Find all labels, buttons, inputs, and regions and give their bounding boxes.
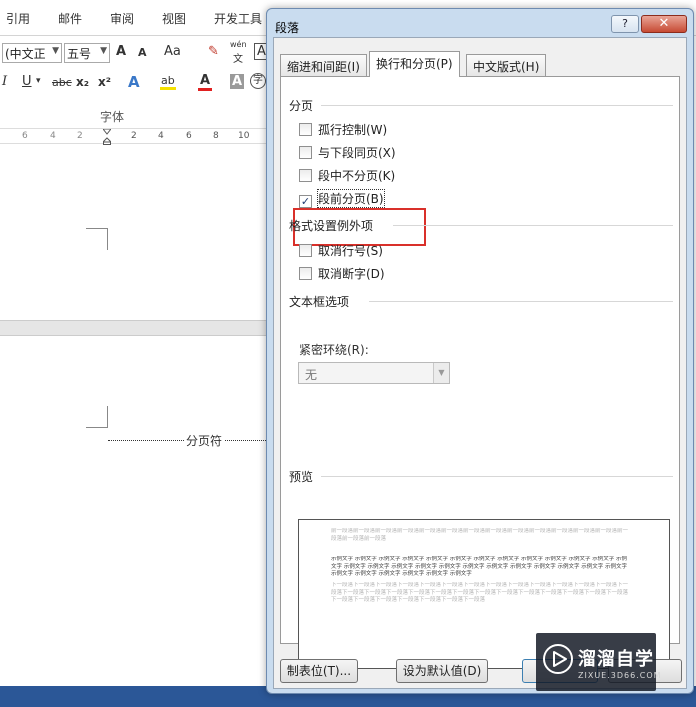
clear-format-icon[interactable]: ✎ — [208, 44, 219, 59]
checkbox-box[interactable] — [299, 146, 312, 159]
checkbox-label: 孤行控制(W) — [318, 123, 388, 137]
checkbox-box[interactable] — [299, 169, 312, 182]
ribbon-tab-view[interactable]: 视图 — [162, 10, 186, 27]
font-name-value: (中文正 — [5, 47, 46, 61]
ruler-number: 2 — [131, 131, 137, 141]
preview-previous-paragraph: 前一段落前一段落前一段落前一段落前一段落前一段落前一段落前一段落前一段落前一段落… — [331, 528, 629, 542]
section-preview-heading: 预览 — [289, 470, 314, 484]
font-size-value: 五号 — [67, 47, 92, 61]
checkbox-label: 取消行号(S) — [318, 244, 383, 258]
divider — [369, 301, 673, 302]
chevron-down-icon: ▼ — [100, 46, 107, 56]
tight-wrap-label: 紧密环绕(R): — [299, 343, 369, 357]
checkbox-label: 取消断字(D) — [318, 267, 385, 281]
preview-next-paragraph: 下一段落下一段落下一段落下一段落下一段落下一段落下一段落下一段落下一段落下一段落… — [331, 582, 629, 603]
tight-wrap-select: 无 ▼ — [298, 362, 450, 384]
ribbon-tab-references[interactable]: 引用 — [6, 10, 30, 27]
chevron-down-icon: ▼ — [52, 46, 59, 56]
grow-font-button[interactable]: A — [116, 44, 126, 59]
section-exceptions-heading: 格式设置例外项 — [289, 219, 374, 233]
page-break-label: 分页符 — [184, 432, 225, 449]
ruler-number: 4 — [158, 131, 164, 141]
divider — [321, 476, 673, 477]
dialog-body: 缩进和间距(I) 换行和分页(P) 中文版式(H) 分页 孤行控制(W) 与下段… — [273, 37, 687, 689]
tab-asian-typography[interactable]: 中文版式(H) — [466, 54, 547, 76]
text-effects-button[interactable]: A — [128, 73, 140, 91]
tab-panel-line-page-breaks: 分页 孤行控制(W) 与下段同页(X) 段中不分页(K) ✓ 段前分页(B) 格式… — [280, 76, 680, 669]
chevron-down-icon[interactable]: ▾ — [36, 76, 41, 86]
checkbox-suppress-line-numbers[interactable]: 取消行号(S) — [299, 242, 383, 258]
enclose-char-button[interactable]: 字 — [250, 73, 266, 89]
page-corner-mark — [86, 406, 108, 428]
checkbox-page-break-before[interactable]: ✓ 段前分页(B) — [299, 189, 385, 208]
chevron-down-icon: ▼ — [433, 363, 449, 383]
dialog-title: 段落 — [275, 21, 300, 35]
checkbox-label: 段前分页(B) — [317, 189, 385, 208]
paragraph-dialog: 段落 ? ✕ 缩进和间距(I) 换行和分页(P) 中文版式(H) 分页 孤行控制… — [266, 8, 694, 694]
play-logo-icon — [543, 644, 573, 674]
watermark: 溜溜自学 ZIXUE.3D66.COM — [536, 633, 661, 691]
section-pagination-heading: 分页 — [289, 99, 314, 113]
tab-line-page-breaks[interactable]: 换行和分页(P) — [369, 51, 460, 77]
ribbon-tab-developer[interactable]: 开发工具 — [214, 10, 262, 27]
ribbon-tab-review[interactable]: 审阅 — [110, 10, 134, 27]
char-shading-button[interactable]: A — [230, 74, 245, 89]
italic-button[interactable]: I — [2, 74, 7, 89]
watermark-title: 溜溜自学 — [578, 649, 654, 670]
font-color-button[interactable]: A — [198, 73, 213, 91]
subscript-button[interactable]: x₂ — [76, 75, 89, 89]
checkbox-widow-control[interactable]: 孤行控制(W) — [299, 121, 387, 137]
phonetic-guide-button[interactable]: 文 — [233, 50, 243, 65]
preview-sample-paragraph: 示例文字 示例文字 示例文字 示例文字 示例文字 示例文字 示例文字 示例文字 … — [331, 556, 627, 577]
checkbox-keep-with-next[interactable]: 与下段同页(X) — [299, 144, 396, 160]
superscript-button[interactable]: x² — [98, 75, 111, 89]
tabs-button[interactable]: 制表位(T)... — [280, 659, 358, 683]
tight-wrap-value: 无 — [305, 368, 318, 382]
checkbox-box[interactable] — [299, 123, 312, 136]
phonetic-guide-top: wén — [230, 40, 247, 49]
indent-marker-icon[interactable] — [103, 129, 111, 145]
ruler-number: 10 — [238, 131, 250, 141]
watermark-subtitle: ZIXUE.3D66.COM — [578, 671, 662, 680]
checkbox-label: 段中不分页(K) — [318, 169, 396, 183]
document-canvas[interactable] — [0, 145, 270, 685]
divider — [393, 225, 673, 226]
checkmark-icon[interactable]: ✓ — [299, 195, 312, 208]
checkbox-no-hyphenation[interactable]: 取消断字(D) — [299, 265, 385, 281]
shrink-font-button[interactable]: A — [138, 46, 147, 59]
checkbox-keep-lines-together[interactable]: 段中不分页(K) — [299, 167, 395, 183]
highlight-button[interactable]: ab — [160, 74, 176, 90]
checkbox-label: 与下段同页(X) — [318, 146, 396, 160]
help-button[interactable]: ? — [611, 15, 639, 33]
strikethrough-button[interactable]: abc — [52, 76, 72, 89]
ruler-number: 4 — [50, 131, 56, 141]
checkbox-box[interactable] — [299, 244, 312, 257]
font-name-combo[interactable]: (中文正 ▼ — [2, 43, 62, 63]
close-button[interactable]: ✕ — [641, 15, 687, 33]
underline-button[interactable]: U — [22, 74, 32, 89]
page-corner-mark — [86, 228, 108, 250]
set-default-button[interactable]: 设为默认值(D) — [396, 659, 488, 683]
checkbox-box[interactable] — [299, 267, 312, 280]
tab-indents-spacing[interactable]: 缩进和间距(I) — [280, 54, 367, 76]
ruler-number: 2 — [77, 131, 83, 141]
ruler-number: 6 — [186, 131, 192, 141]
change-case-button[interactable]: Aa — [164, 44, 181, 59]
ruler-number: 6 — [22, 131, 28, 141]
page-separator — [0, 320, 270, 336]
font-size-combo[interactable]: 五号 ▼ — [64, 43, 110, 63]
font-group-label: 字体 — [100, 110, 125, 124]
section-textbox-heading: 文本框选项 — [289, 295, 350, 309]
ribbon-tab-mailings[interactable]: 邮件 — [58, 10, 82, 27]
divider — [321, 105, 673, 106]
ruler-number: 8 — [213, 131, 219, 141]
horizontal-ruler[interactable]: 6 4 2 2 4 6 8 10 — [0, 128, 270, 145]
